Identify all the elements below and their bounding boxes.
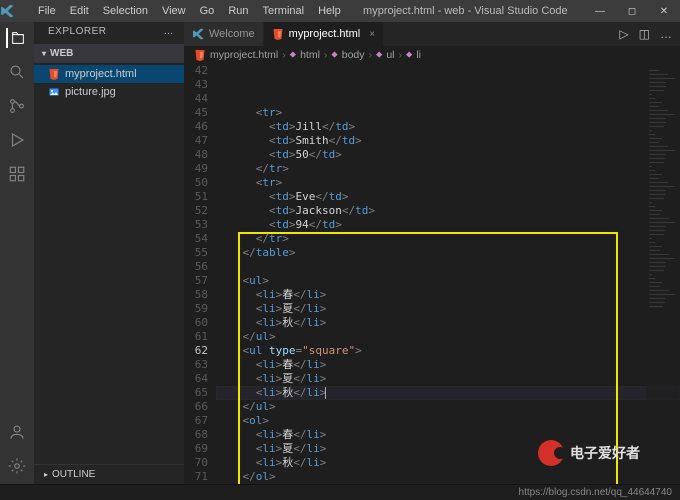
tab-close-icon[interactable]: × [369,29,375,40]
breadcrumb[interactable]: myproject.html›⬥html›⬥body›⬥ul›⬥li [184,46,680,64]
breadcrumb-node-icon: ⬥ [290,49,296,60]
code-line-47[interactable]: <tr> [216,176,680,190]
code-line-65[interactable]: <li>春</li> [216,428,680,442]
menu-view[interactable]: View [156,5,192,17]
code-line-57[interactable]: <li>秋</li> [216,316,680,330]
code-line-48[interactable]: <td>Eve</td> [216,190,680,204]
breadcrumb-node-icon: ⬥ [406,49,412,60]
search-icon[interactable] [7,62,27,82]
run-button-icon[interactable]: ▷ [619,27,628,41]
code-line-66[interactable]: <li>夏</li> [216,442,680,456]
breadcrumb-ul[interactable]: ul [386,49,394,61]
status-url: https://blog.csdn.net/qq_44644740 [519,487,672,498]
menu-selection[interactable]: Selection [97,5,154,17]
code-line-60[interactable]: <li>春</li> [216,358,680,372]
code-content[interactable]: <tr> <td>Jill</td> <td>Smith</td> <td>50… [216,64,680,484]
breadcrumb-html[interactable]: html [300,49,320,61]
code-line-61[interactable]: <li>夏</li> [216,372,680,386]
editor-group: Welcomemyproject.html× ▷ ◫ … myproject.h… [184,22,680,484]
html-file-icon [48,68,60,80]
minimap[interactable] [646,64,680,484]
menu-help[interactable]: Help [312,5,347,17]
more-actions-icon[interactable]: … [660,27,672,41]
status-bar: https://blog.csdn.net/qq_44644740 [0,484,680,500]
activity-bar [0,22,34,484]
menu-run[interactable]: Run [222,5,254,17]
breadcrumb-sep: › [399,49,403,61]
code-line-67[interactable]: <li>秋</li> [216,456,680,470]
html-icon [272,28,284,40]
explorer-icon[interactable] [6,28,26,48]
code-line-53[interactable] [216,260,680,274]
file-tree: myproject.htmlpicture.jpg [34,63,184,101]
code-line-46[interactable]: </tr> [216,162,680,176]
app-logo-icon [0,4,28,18]
tab-actions: ▷ ◫ … [619,22,680,46]
code-line-56[interactable]: <li>夏</li> [216,302,680,316]
tab-bar: Welcomemyproject.html× ▷ ◫ … [184,22,680,46]
breadcrumb-li[interactable]: li [416,49,421,61]
window-maximize-button[interactable]: ◻ [616,0,648,22]
menu-edit[interactable]: Edit [64,5,95,17]
menu-terminal[interactable]: Terminal [257,5,311,17]
code-line-63[interactable]: </ul> [216,400,680,414]
code-line-59[interactable]: <ul type="square"> [216,344,680,358]
window-title: myproject.html - web - Visual Studio Cod… [347,5,584,17]
breadcrumb-sep: › [369,49,373,61]
code-line-54[interactable]: <ul> [216,274,680,288]
img-file-icon [48,86,60,98]
file-myproject-html[interactable]: myproject.html [34,65,184,83]
file-picture-jpg[interactable]: picture.jpg [34,83,184,101]
extensions-icon[interactable] [7,164,27,184]
code-line-64[interactable]: <ol> [216,414,680,428]
breadcrumb-node-icon: ⬥ [331,49,337,60]
run-debug-icon[interactable] [7,130,27,150]
window-minimize-button[interactable]: — [584,0,616,22]
breadcrumb-body[interactable]: body [342,49,365,61]
html-file-icon [194,49,206,61]
account-icon[interactable] [7,422,27,442]
outline-section[interactable]: OUTLINE [34,464,184,484]
tab-welcome[interactable]: Welcome [184,22,264,46]
code-line-42[interactable]: <tr> [216,106,680,120]
split-editor-icon[interactable]: ◫ [639,27,650,41]
code-line-62[interactable]: <li>秋</li> [216,386,680,400]
menu-bar: FileEditSelectionViewGoRunTerminalHelp [32,5,347,17]
tab-myproject-html[interactable]: myproject.html× [264,22,384,46]
code-line-51[interactable]: </tr> [216,232,680,246]
breadcrumb-node-icon: ⬥ [376,49,382,60]
code-line-52[interactable]: </table> [216,246,680,260]
sidebar-more-icon[interactable]: … [164,26,175,44]
code-line-44[interactable]: <td>Smith</td> [216,134,680,148]
source-control-icon[interactable] [7,96,27,116]
sidebar: EXPLORER … WEB myproject.htmlpicture.jpg… [34,22,184,484]
line-gutter: 4243444546474849505152535455565758596061… [184,64,216,484]
menu-file[interactable]: File [32,5,62,17]
breadcrumb-myproject.html[interactable]: myproject.html [210,49,278,61]
code-line-49[interactable]: <td>Jackson</td> [216,204,680,218]
code-editor[interactable]: 4243444546474849505152535455565758596061… [184,64,680,484]
titlebar: FileEditSelectionViewGoRunTerminalHelp m… [0,0,680,22]
window-close-button[interactable]: ✕ [648,0,680,22]
code-line-68[interactable]: </ol> [216,470,680,484]
code-line-50[interactable]: <td>94</td> [216,218,680,232]
code-line-55[interactable]: <li>春</li> [216,288,680,302]
breadcrumb-sep: › [324,49,328,61]
breadcrumb-sep: › [282,49,286,61]
sidebar-section-web[interactable]: WEB [34,44,184,63]
settings-gear-icon[interactable] [7,456,27,476]
code-line-45[interactable]: <td>50</td> [216,148,680,162]
menu-go[interactable]: Go [194,5,221,17]
sidebar-header: EXPLORER [48,26,106,44]
code-line-43[interactable]: <td>Jill</td> [216,120,680,134]
vscode-icon [192,28,204,40]
code-line-58[interactable]: </ul> [216,330,680,344]
